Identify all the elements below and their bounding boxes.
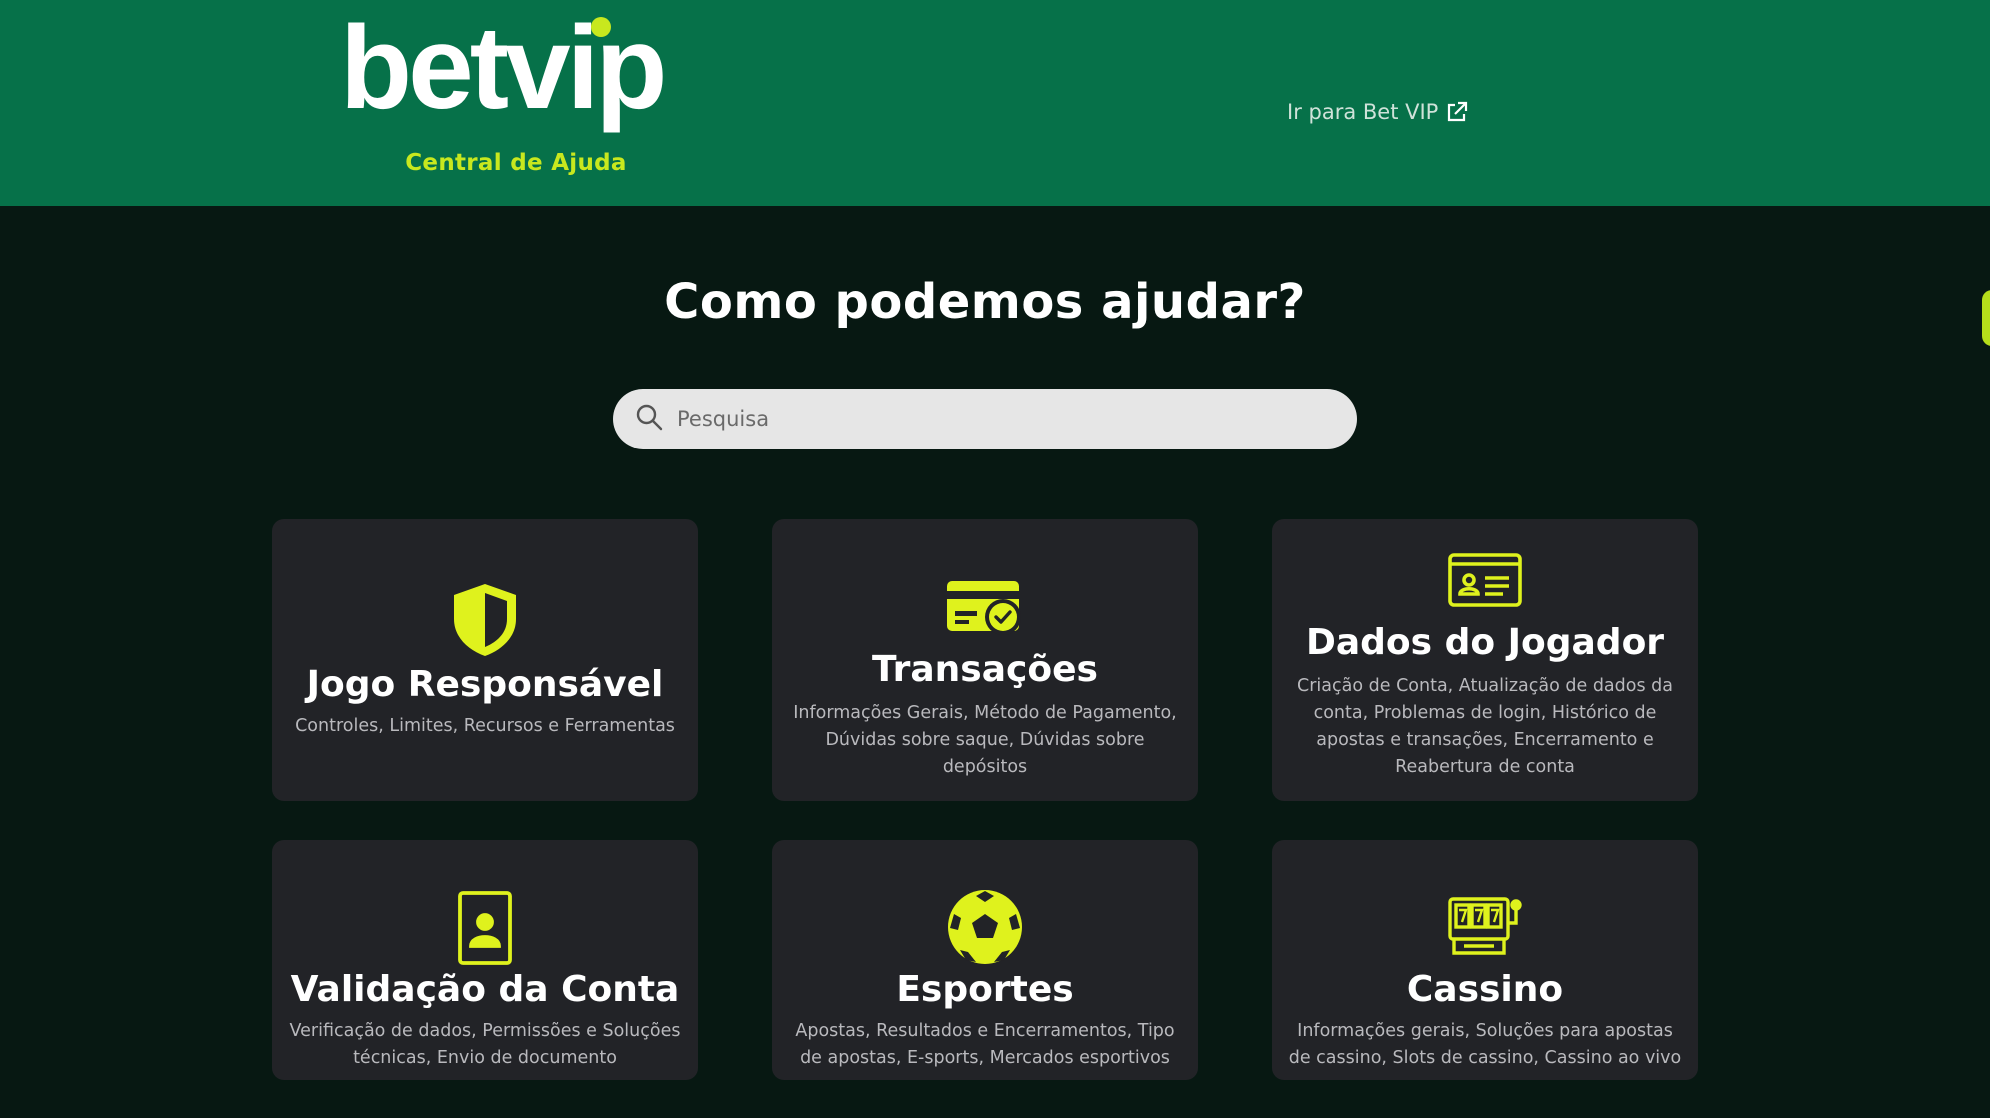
category-card-cassino[interactable]: Cassino Informações gerais, Soluções par… — [1272, 840, 1698, 1080]
category-card-transacoes[interactable]: Transações Informações Gerais, Método de… — [772, 519, 1198, 801]
card-description: Controles, Limites, Recursos e Ferrament… — [295, 716, 675, 736]
search-input[interactable] — [675, 406, 1319, 432]
card-description: Verificação de dados, Permissões e Soluç… — [289, 1021, 681, 1068]
credit-card-check-icon — [772, 579, 1198, 637]
card-description: Informações Gerais, Método de Pagamento,… — [793, 703, 1177, 777]
soccer-ball-icon — [772, 888, 1198, 966]
card-description: Informações gerais, Soluções para aposta… — [1288, 1021, 1682, 1068]
card-description: Apostas, Resultados e Encerramentos, Tip… — [795, 1021, 1175, 1068]
category-card-esportes[interactable]: Esportes Apostas, Resultados e Encerrame… — [772, 840, 1198, 1080]
card-title: Validação da Conta — [290, 969, 680, 1010]
header: betvip Central de Ajuda Ir para Bet VIP — [0, 0, 1990, 206]
search-icon — [635, 403, 663, 435]
card-title: Dados do Jogador — [1305, 622, 1665, 663]
category-card-validacao-da-conta[interactable]: Validação da Conta Verificação de dados,… — [272, 840, 698, 1080]
card-title: Jogo Responsável — [306, 664, 664, 705]
side-feedback-tab[interactable] — [1982, 290, 1990, 346]
card-title: Transações — [872, 649, 1098, 690]
card-description: Criação de Conta, Atualização de dados d… — [1297, 676, 1673, 777]
badge-icon — [272, 890, 698, 966]
card-title: Cassino — [1406, 969, 1564, 1010]
svg-text:betvip: betvip — [340, 8, 664, 134]
page-title: Como podemos ajudar? — [664, 274, 1306, 330]
betvip-logo[interactable]: betvip — [340, 8, 695, 148]
category-card-dados-do-jogador[interactable]: Dados do Jogador Criação de Conta, Atual… — [1272, 519, 1698, 801]
go-to-betvip-label: Ir para Bet VIP — [1287, 100, 1439, 124]
external-link-icon — [1446, 101, 1468, 123]
search-bar[interactable] — [613, 389, 1357, 449]
id-card-icon — [1272, 552, 1698, 608]
slot-machine-icon — [1272, 895, 1698, 957]
shield-icon — [272, 581, 698, 659]
card-title: Esportes — [896, 969, 1074, 1010]
category-card-jogo-responsavel[interactable]: Jogo Responsável Controles, Limites, Rec… — [272, 519, 698, 801]
go-to-betvip-link[interactable]: Ir para Bet VIP — [1287, 100, 1468, 124]
help-center-tagline: Central de Ajuda — [405, 150, 627, 176]
